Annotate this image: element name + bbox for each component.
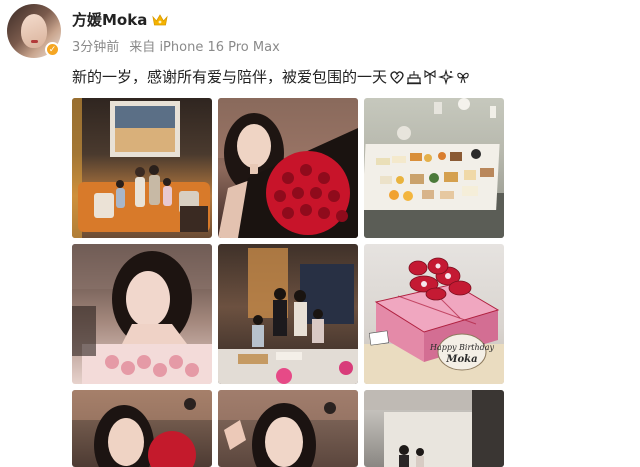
author-row: 方媛Moka <box>72 9 169 30</box>
bow-icon <box>424 69 436 84</box>
photo-grid: Happy Birthday Moka <box>72 98 504 467</box>
cake-card-text: Happy Birthday <box>429 343 495 352</box>
source-prefix: 来自 <box>129 40 156 55</box>
device-name[interactable]: iPhone 16 Pro Max <box>159 40 279 55</box>
post-content: 新的一岁，感谢所有爱与陪伴，被爱包围的一天 <box>72 66 472 87</box>
photo-selfie-partial-1[interactable] <box>72 390 212 467</box>
heart-icon <box>390 70 404 84</box>
cake-icon <box>407 70 422 84</box>
photo-birthday-cake[interactable]: Happy Birthday Moka <box>364 244 504 384</box>
sparkle-icon <box>438 68 455 85</box>
photo-selfie-roses[interactable] <box>218 98 358 238</box>
photo-family-living-room[interactable] <box>72 98 212 238</box>
photo-selfie-partial-2[interactable] <box>218 390 358 467</box>
author-name[interactable]: 方媛Moka <box>72 9 147 30</box>
emoji-row <box>389 68 472 85</box>
crown-icon <box>152 13 169 25</box>
post-text: 新的一岁，感谢所有爱与陪伴，被爱包围的一天 <box>72 68 388 86</box>
post-meta: 3分钟前 来自 iPhone 16 Pro Max <box>72 36 280 55</box>
cake-card-name: Moka <box>445 354 477 365</box>
post-time[interactable]: 3分钟前 <box>72 40 119 55</box>
photo-family-dinner[interactable] <box>218 244 358 384</box>
bow-icon <box>457 72 469 83</box>
photo-dessert-platter[interactable] <box>364 98 504 238</box>
photo-lobby-partial[interactable] <box>364 390 504 467</box>
verified-badge-icon: ✓ <box>45 42 60 57</box>
photo-selfie-roses-closeup[interactable] <box>72 244 212 384</box>
